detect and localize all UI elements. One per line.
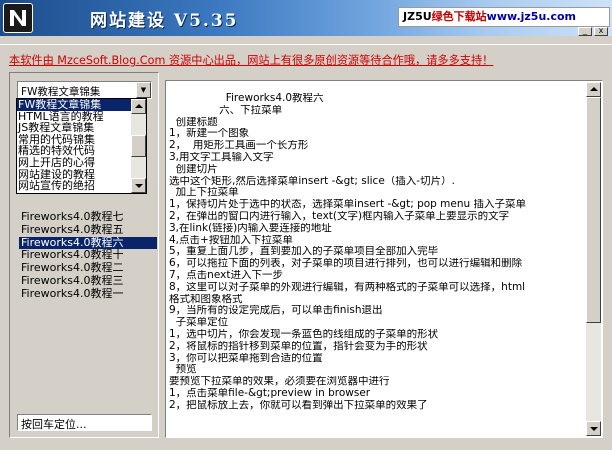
content-line: 1，选中切片，你会发现一条蓝色的线组成的子菜单的形状 [169, 328, 439, 340]
list-item[interactable]: Fireworks4.0教程三 [19, 274, 157, 288]
brand-watermark: JZ5U绿色下载站www.jz5u.com [398, 7, 610, 27]
close-button[interactable]: x [594, 27, 608, 36]
dropdown-scroll-thumb[interactable] [131, 135, 146, 157]
scroll-up-arrow-icon[interactable] [131, 99, 146, 114]
content-line: 3,用文字工具输入文字 [169, 151, 274, 163]
content-line: 1，点击菜单file-&gt;preview in browser [169, 387, 371, 399]
brand-part-2: 绿色下载站 [431, 10, 487, 23]
content-scroll-thumb[interactable] [586, 97, 601, 323]
scroll-down-arrow-icon[interactable] [586, 421, 601, 436]
dropdown-option[interactable]: 网上开店的心得 [17, 157, 131, 169]
content-line: 预览 [169, 364, 197, 376]
category-select-value: FW教程文章锦集 [21, 86, 101, 98]
list-item[interactable]: Fireworks4.0教程七 [19, 210, 157, 224]
content-scrollbar[interactable] [586, 82, 601, 436]
dropdown-option[interactable]: 常用的代码锦集 [17, 134, 131, 146]
content-line: 6，可以拖拉下面的列表，对子菜单的项目进行排列，也可以进行编辑和删除 [169, 258, 523, 270]
content-line: 1，新建一个图象 [169, 128, 250, 140]
dropdown-option[interactable]: FW教程文章锦集 [17, 99, 131, 111]
content-line: 六、下拉菜单 [169, 104, 283, 116]
app-logo-icon [3, 3, 33, 33]
content-line: 创建切片 [169, 163, 218, 175]
content-line: 8，这里可以对子菜单的外观进行编辑，有两种格式的子菜单可以选择，html [169, 281, 526, 293]
category-dropdown-list[interactable]: FW教程文章锦集 HTML语言的教程 JS教程文章锦集 常用的代码锦集 精选的特… [16, 98, 147, 194]
content-line: 9，当所有的设定完成后，可以单击finish退出 [169, 305, 383, 317]
banner-link[interactable]: 本软件由 MzceSoft.Blog.Com 资源中心出品，网站上有很多原创资源… [9, 52, 493, 68]
chevron-down-icon[interactable]: ▼ [136, 82, 151, 98]
banner-bar: 本软件由 MzceSoft.Blog.Com 资源中心出品，网站上有很多原创资源… [0, 44, 612, 72]
brand-part-3: www.jz5u.com [486, 10, 576, 23]
content-line: 2，将鼠标的指针移到菜单的位置，指针会变为手的形状 [169, 340, 428, 352]
brand-part-1: JZ5U [403, 10, 432, 23]
content-line: 1，保持切片处于选中的状态，选择菜单insert -&gt; pop menu … [169, 199, 527, 211]
dropdown-option[interactable]: JS教程文章锦集 [17, 122, 131, 134]
minimize-button[interactable]: _ [578, 27, 592, 36]
locate-input[interactable]: 按回车定位... [17, 414, 152, 431]
dropdown-option[interactable]: 网站建设的教程 [17, 169, 131, 181]
content-line: 2， 用矩形工具画一个长方形 [169, 140, 309, 152]
title-bar[interactable]: 网站建设 V5.35 JZ5U绿色下载站www.jz5u.com _ x [0, 0, 612, 36]
content-line: 子菜单定位 [169, 317, 229, 329]
window-title: 网站建设 V5.35 [90, 11, 239, 31]
content-line: Fireworks4.0教程六 [169, 93, 324, 104]
content-line: 2，在弹出的窗口内进行输入，text(文字)框内输入子菜单上要显示的文字 [169, 210, 510, 222]
scroll-down-arrow-icon[interactable] [131, 178, 146, 193]
content-line: 3，你可以把菜单拖到合适的位置 [169, 352, 323, 364]
content-line: 2，把鼠标放上去，你就可以看到弹出下拉菜单的效果了 [169, 399, 428, 411]
dropdown-option[interactable]: HTML语言的教程 [17, 111, 131, 123]
category-select[interactable]: FW教程文章锦集 ▼ [17, 81, 152, 99]
dropdown-option[interactable]: 网站宣传的绝招 [17, 180, 131, 192]
content-line: 5，重复上面几步，直到要加入的子菜单项目全部加入完毕 [169, 246, 439, 258]
content-line: 格式和图象格式 [169, 293, 243, 305]
list-item[interactable]: Fireworks4.0教程一 [19, 287, 157, 301]
article-list[interactable]: Fireworks4.0教程七 Fireworks4.0教程五 Firework… [19, 210, 157, 301]
content-line: 选中这个矩形,然后选择菜单insert -&gt; slice（插入-切片）. [169, 175, 455, 187]
article-content: Fireworks4.0教程六 六、下拉菜单 创建标题 1，新建一个图象 2， 用矩… [169, 93, 574, 433]
article-content-panel[interactable]: Fireworks4.0教程六 六、下拉菜单 创建标题 1，新建一个图象 2， 用矩… [165, 80, 603, 438]
locate-input-value: 按回车定位... [21, 418, 87, 431]
dropdown-scrollbar[interactable] [131, 99, 146, 193]
content-line: 3,在link(链接)内输入要连接的地址 [169, 222, 332, 234]
dropdown-option[interactable]: 精选的特效代码 [17, 145, 131, 157]
content-line: 创建标题 [169, 116, 218, 128]
content-line: 加上下拉菜单 [169, 187, 239, 199]
content-line: 要预览下拉菜单的效果，必须要在浏览器中进行 [169, 376, 390, 388]
list-item[interactable]: Fireworks4.0教程五 [19, 223, 157, 237]
scroll-up-arrow-icon[interactable] [586, 82, 601, 97]
content-line: 7，点击next进入下一步 [169, 269, 283, 281]
content-line: 4,点击+按钮加入下拉菜单 [169, 234, 293, 246]
